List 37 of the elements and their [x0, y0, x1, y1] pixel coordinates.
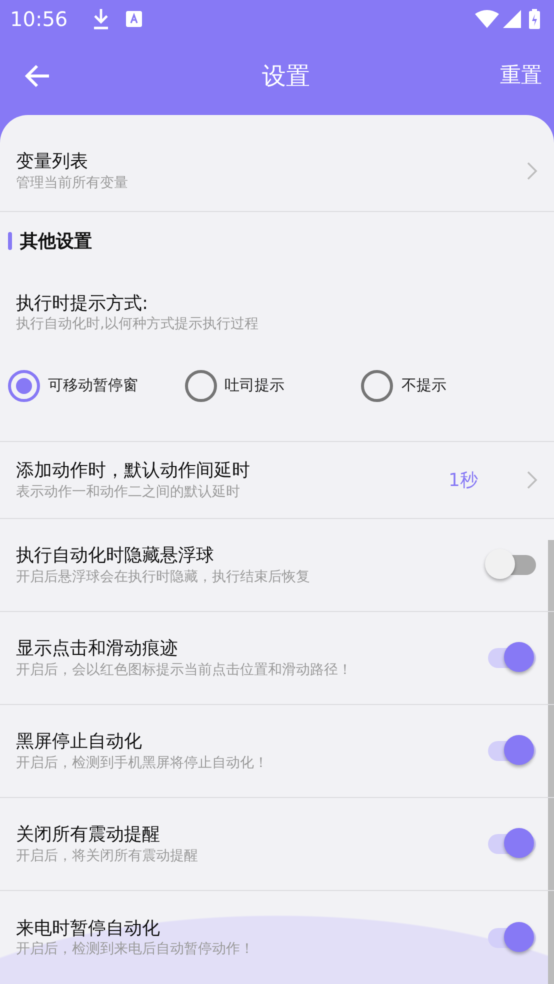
radio-label[interactable]: 可移动暂停窗	[48, 374, 138, 397]
radio-button[interactable]	[361, 370, 394, 402]
back-arrow-icon[interactable]	[24, 64, 50, 88]
chevron-right-icon	[526, 161, 538, 181]
setting-title: 黑屏停止自动化	[16, 730, 143, 754]
page-title: 设置	[261, 61, 311, 92]
app-notification-icon	[126, 10, 142, 26]
radio-button[interactable]	[8, 370, 40, 402]
wifi-icon	[475, 10, 499, 28]
setting-description: 开启后，将关闭所有震动提醒	[16, 846, 199, 865]
setting-description: 管理当前所有变量	[16, 174, 129, 192]
setting-description: 开启后悬浮球会在执行时隐藏，执行结束后恢复	[16, 568, 311, 586]
setting-row[interactable]: 添加动作时，默认动作间延时 表示动作一和动作二之间的默认延时 1秒	[0, 442, 554, 519]
setting-title: 执行自动化时隐藏悬浮球	[16, 544, 215, 568]
status-time: 10:56	[10, 6, 68, 32]
setting-row[interactable]: 变量列表 管理当前所有变量	[0, 115, 554, 212]
radio-label[interactable]: 不提示	[401, 374, 446, 397]
setting-title: 来电时暂停自动化	[16, 916, 161, 940]
setting-title: 关闭所有震动提醒	[16, 823, 161, 847]
radio-button[interactable]	[184, 370, 217, 402]
section-title: 其他设置	[20, 230, 92, 254]
chevron-right-icon	[526, 470, 538, 490]
battery-icon	[529, 8, 540, 28]
setting-title: 执行时提示方式:	[16, 292, 150, 316]
section-marker	[8, 232, 12, 250]
setting-title: 变量列表	[16, 150, 89, 174]
setting-title: 显示点击和滑动痕迹	[16, 637, 179, 661]
radio-label[interactable]: 吐司提示	[224, 374, 285, 397]
setting-title: 添加动作时，默认动作间延时	[16, 459, 251, 483]
setting-description: 开启后，检测到来电后自动暂停动作！	[16, 940, 255, 958]
setting-description: 开启后，检测到手机黑屏将停止自动化！	[16, 754, 269, 772]
setting-description: 开启后，会以红色图标提示当前点击位置和滑动路径！	[16, 660, 353, 679]
signal-icon	[503, 10, 521, 28]
setting-description: 执行自动化时,以何种方式提示执行过程	[16, 315, 260, 334]
download-icon	[92, 8, 110, 30]
setting-description: 表示动作一和动作二之间的默认延时	[16, 482, 241, 501]
delay-value: 1秒	[448, 468, 478, 492]
